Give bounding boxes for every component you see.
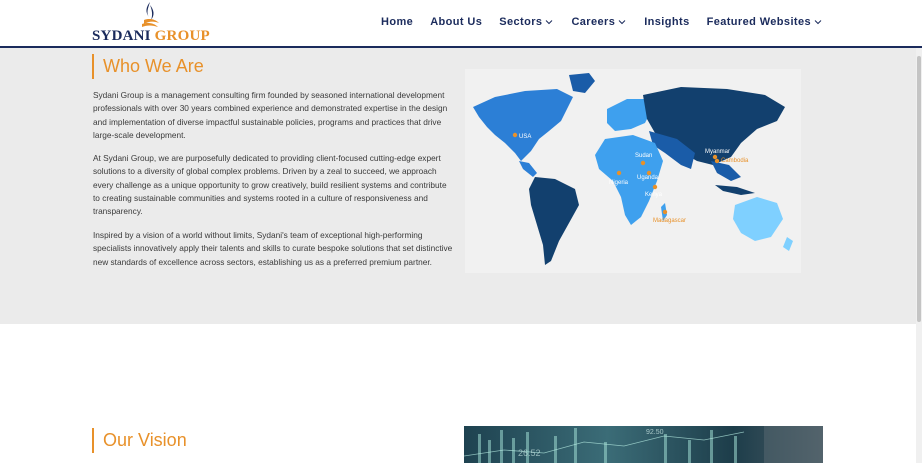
nav-careers[interactable]: Careers [571, 16, 627, 28]
world-map-image: USA Sudan Nigeria Uganda Kenya Madagasca… [465, 69, 801, 273]
map-label-madagascar: Madagascar [653, 218, 686, 224]
vision-finance-image: 92.50 26.52 [464, 426, 823, 463]
map-label-cambodia: Cambodia [721, 158, 749, 164]
map-label-nigeria: Nigeria [609, 180, 629, 186]
site-header: SYDANI GROUP Home About Us Sectors Caree… [0, 0, 922, 48]
bird-logo-icon [142, 2, 159, 27]
map-label-usa: USA [519, 134, 531, 140]
nav-insights-label: Insights [644, 16, 690, 28]
chevron-down-icon [546, 20, 553, 25]
map-pin-cambodia [714, 158, 720, 164]
who-we-are-paragraph-3: Inspired by a vision of a world without … [93, 230, 453, 267]
map-pin-nigeria [616, 170, 622, 176]
our-vision-heading: Our Vision [92, 428, 187, 453]
map-label-sudan: Sudan [635, 153, 652, 159]
who-we-are-heading: Who We Are [92, 54, 204, 79]
heading-accent-bar [92, 54, 94, 79]
map-greenland [569, 73, 595, 93]
map-south-america [529, 177, 579, 265]
our-vision-title: Our Vision [103, 430, 187, 450]
nav-featured-websites-label: Featured Websites [706, 16, 811, 28]
map-pin-usa [512, 132, 518, 138]
map-pin-sudan [640, 160, 646, 166]
map-label-kenya: Kenya [645, 192, 663, 198]
nav-sectors-label: Sectors [499, 16, 543, 28]
map-australia [733, 197, 783, 241]
map-europe [607, 99, 651, 131]
site-logo[interactable]: SYDANI GROUP [92, 2, 217, 44]
map-pin-myanmar [712, 154, 718, 160]
nav-careers-label: Careers [571, 16, 616, 28]
heading-accent-bar [92, 428, 94, 453]
logo-word-sydani: SYDANI [92, 28, 151, 44]
vision-image-number-1: 92.50 [646, 429, 664, 436]
logo-word-group: GROUP [154, 28, 210, 44]
who-we-are-paragraph-1: Sydani Group is a management consulting … [93, 90, 448, 140]
map-north-america [473, 89, 573, 161]
vision-image-number-2: 26.52 [518, 448, 541, 458]
map-southeast-asia [711, 161, 741, 181]
map-label-myanmar: Myanmar [705, 149, 730, 155]
map-pin-kenya [652, 184, 658, 190]
map-new-zealand [783, 237, 793, 251]
nav-about-us[interactable]: About Us [430, 16, 482, 28]
nav-sectors[interactable]: Sectors [499, 16, 554, 28]
nav-featured-websites[interactable]: Featured Websites [707, 16, 823, 28]
main-nav: Home About Us Sectors Careers Insights F… [364, 16, 823, 28]
map-label-uganda: Uganda [637, 175, 659, 181]
nav-home-label: Home [381, 16, 414, 28]
map-indonesia [715, 185, 755, 195]
world-map-graphic: USA Sudan Nigeria Uganda Kenya Madagasca… [473, 73, 793, 265]
map-pin-madagascar [662, 209, 668, 215]
chevron-down-icon [814, 20, 822, 25]
logo-wordmark: SYDANI GROUP [92, 28, 210, 45]
nav-about-us-label: About Us [430, 16, 483, 28]
nav-insights[interactable]: Insights [644, 16, 689, 28]
chevron-down-icon [618, 20, 626, 25]
map-central-america [519, 161, 537, 177]
vision-image-graphic: 92.50 26.52 [464, 426, 823, 463]
who-we-are-title: Who We Are [103, 56, 204, 76]
nav-home[interactable]: Home [381, 16, 413, 28]
who-we-are-paragraph-2: At Sydani Group, we are purposefully ded… [93, 153, 447, 217]
page-scrollbar-thumb[interactable] [917, 56, 921, 322]
